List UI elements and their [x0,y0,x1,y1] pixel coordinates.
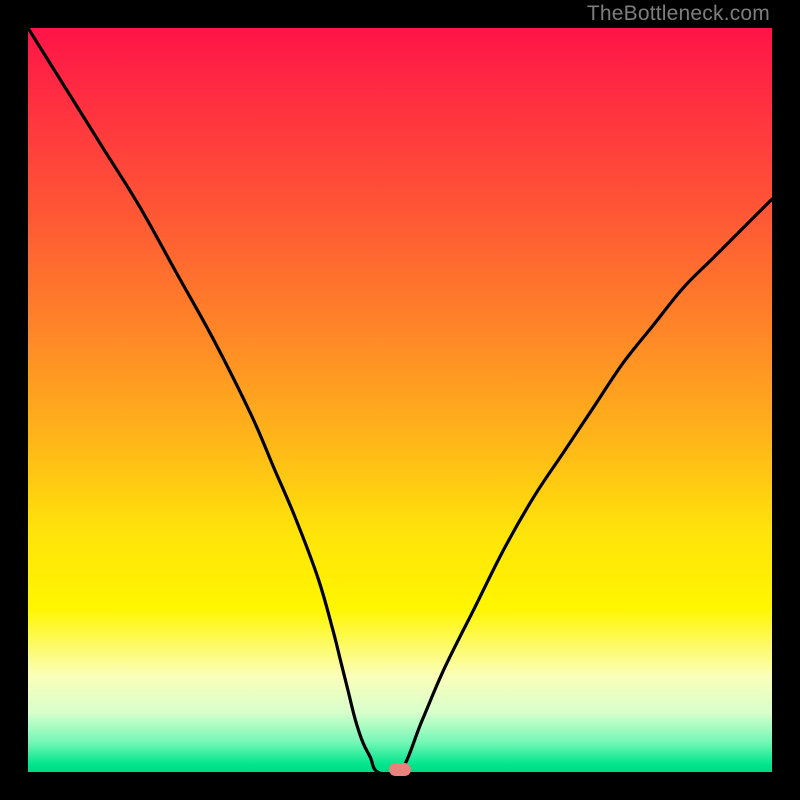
optimum-marker [389,763,411,776]
watermark-text: TheBottleneck.com [587,2,770,26]
chart-frame: TheBottleneck.com [0,0,800,800]
plot-area [28,28,772,772]
bottleneck-curve [28,28,772,772]
